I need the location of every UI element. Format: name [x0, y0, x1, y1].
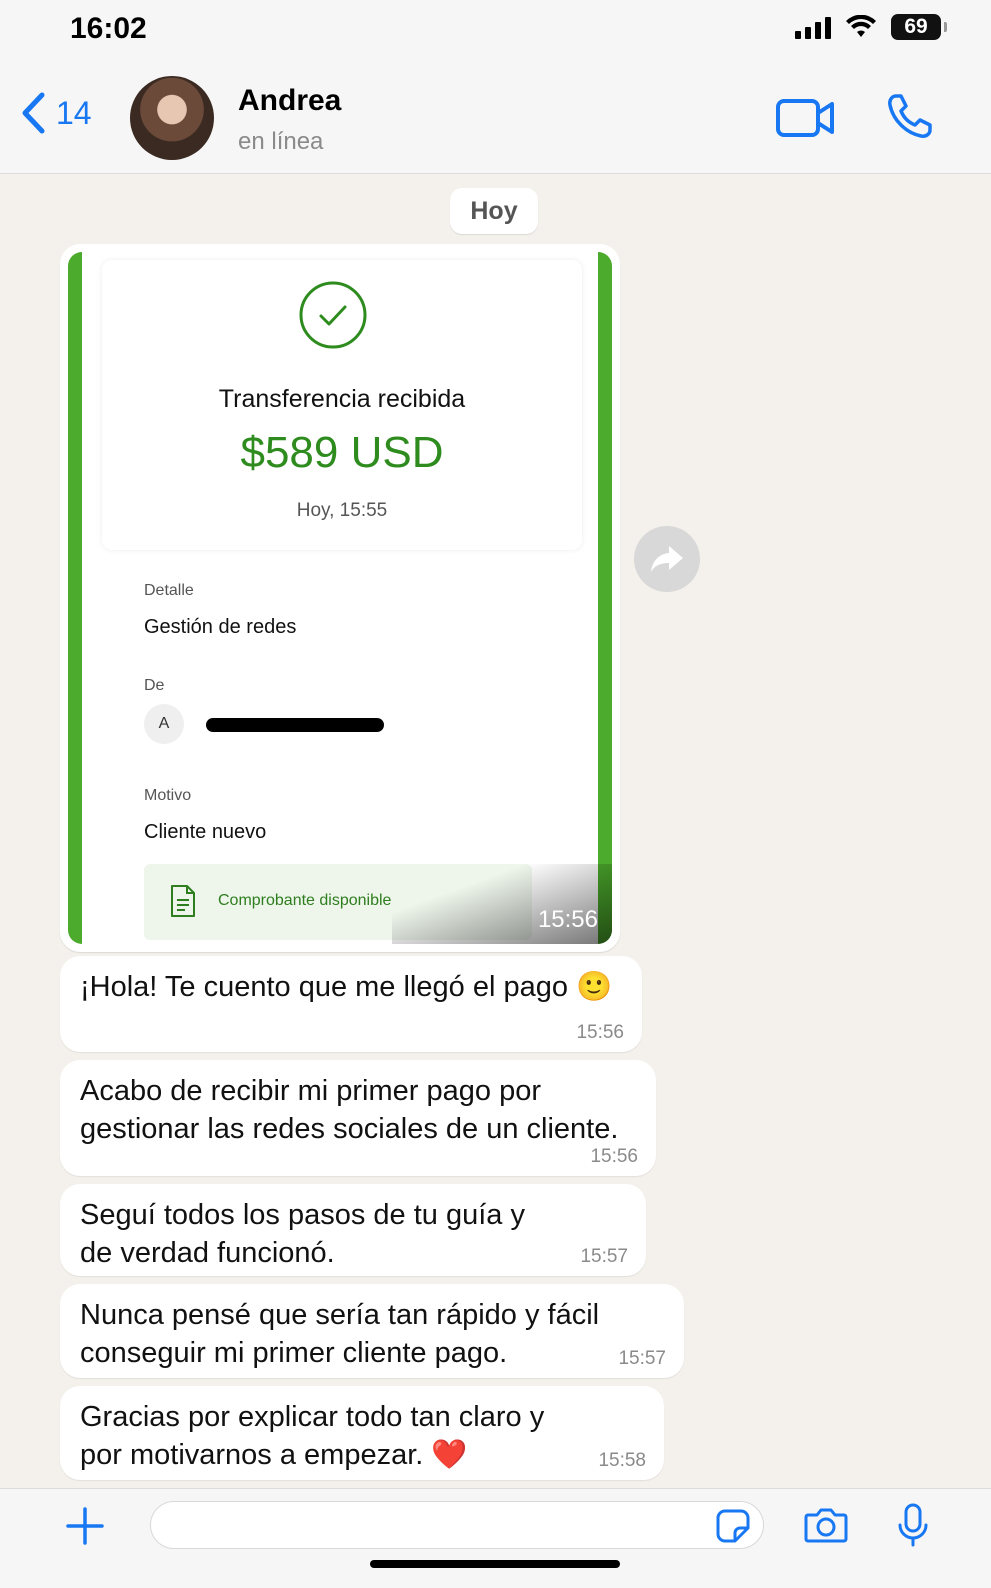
reason-value: Cliente nuevo — [144, 821, 267, 843]
battery-icon: 69 — [891, 14, 947, 40]
forward-button[interactable] — [634, 526, 700, 592]
message-time: 15:56 — [537, 906, 598, 933]
receipt-title: Transferencia recibida — [218, 385, 466, 413]
microphone-button[interactable] — [898, 1503, 928, 1552]
message-text: ¡Hola! Te cuento que me llegó el pago 🙂 — [80, 971, 613, 1003]
status-time: 16:02 — [70, 12, 147, 45]
message-time: 15:57 — [580, 1246, 628, 1267]
message-bubble[interactable]: Nunca pensé que sería tan rápido y fácil… — [60, 1284, 684, 1378]
phone-call-button[interactable] — [886, 92, 934, 145]
microphone-icon — [898, 1503, 928, 1547]
unread-count: 14 — [56, 94, 92, 131]
message-bubble[interactable]: Seguí todos los pasos de tu guía y de ve… — [60, 1184, 646, 1276]
status-icons: 69 — [795, 14, 947, 40]
check-circle-icon — [299, 281, 367, 349]
video-call-icon — [776, 99, 834, 137]
message-time: 15:56 — [590, 1146, 638, 1167]
chevron-left-icon — [22, 92, 45, 134]
message-bubble[interactable]: Gracias por explicar todo tan claro y po… — [60, 1386, 664, 1480]
status-bar: 16:02 69 — [0, 0, 991, 62]
receipt-date: Hoy, 15:55 — [296, 500, 388, 521]
sender-avatar: A — [144, 704, 184, 744]
contact-name[interactable]: Andrea — [238, 84, 341, 118]
receipt-card: Transferencia recibida $589 USD Hoy, 15:… — [82, 252, 598, 944]
message-time: 15:57 — [618, 1348, 666, 1369]
detail-value: Gestión de redes — [144, 616, 297, 638]
signal-icon — [795, 15, 831, 39]
message-text: Nunca pensé que sería tan rápido y fácil… — [80, 1299, 600, 1369]
receipt-summary: Transferencia recibida $589 USD Hoy, 15:… — [102, 260, 582, 550]
proof-label: Comprobante disponible — [218, 892, 392, 909]
message-bubble[interactable]: Acabo de recibir mi primer pago por gest… — [60, 1060, 656, 1176]
detail-label: Detalle — [144, 582, 194, 599]
chat-header: 14 Andrea en línea — [0, 62, 991, 174]
reason-label: Motivo — [144, 787, 192, 804]
sticker-icon — [716, 1509, 750, 1543]
message-text: Gracias por explicar todo tan claro y po… — [80, 1401, 545, 1471]
forward-icon — [651, 546, 683, 572]
message-time: 15:56 — [576, 1022, 624, 1043]
redacted-sender-name — [206, 718, 384, 732]
message-text: Acabo de recibir mi primer pago por gest… — [80, 1075, 619, 1145]
image-message[interactable]: Transferencia recibida $589 USD Hoy, 15:… — [60, 244, 620, 952]
date-chip: Hoy — [450, 188, 538, 234]
message-bubble[interactable]: ¡Hola! Te cuento que me llegó el pago 🙂 … — [60, 956, 642, 1052]
camera-button[interactable] — [804, 1507, 848, 1548]
receipt-image[interactable]: Transferencia recibida $589 USD Hoy, 15:… — [68, 252, 612, 944]
message-input[interactable] — [150, 1501, 764, 1549]
input-bar — [0, 1488, 991, 1588]
home-indicator — [370, 1560, 620, 1568]
camera-icon — [804, 1508, 848, 1543]
plus-icon — [66, 1507, 104, 1545]
back-button[interactable]: 14 — [20, 92, 92, 134]
receipt-amount: $589 USD — [240, 428, 444, 477]
document-icon — [171, 885, 195, 917]
sticker-button[interactable] — [716, 1509, 750, 1548]
wifi-icon — [846, 15, 876, 37]
avatar[interactable] — [130, 76, 214, 160]
contact-status: en línea — [238, 128, 324, 155]
from-label: De — [144, 677, 165, 694]
add-attachment-button[interactable] — [66, 1507, 104, 1550]
video-call-button[interactable] — [776, 98, 836, 143]
message-time: 15:58 — [598, 1450, 646, 1471]
message-text: Seguí todos los pasos de tu guía y de ve… — [80, 1199, 525, 1269]
phone-icon — [888, 94, 932, 138]
